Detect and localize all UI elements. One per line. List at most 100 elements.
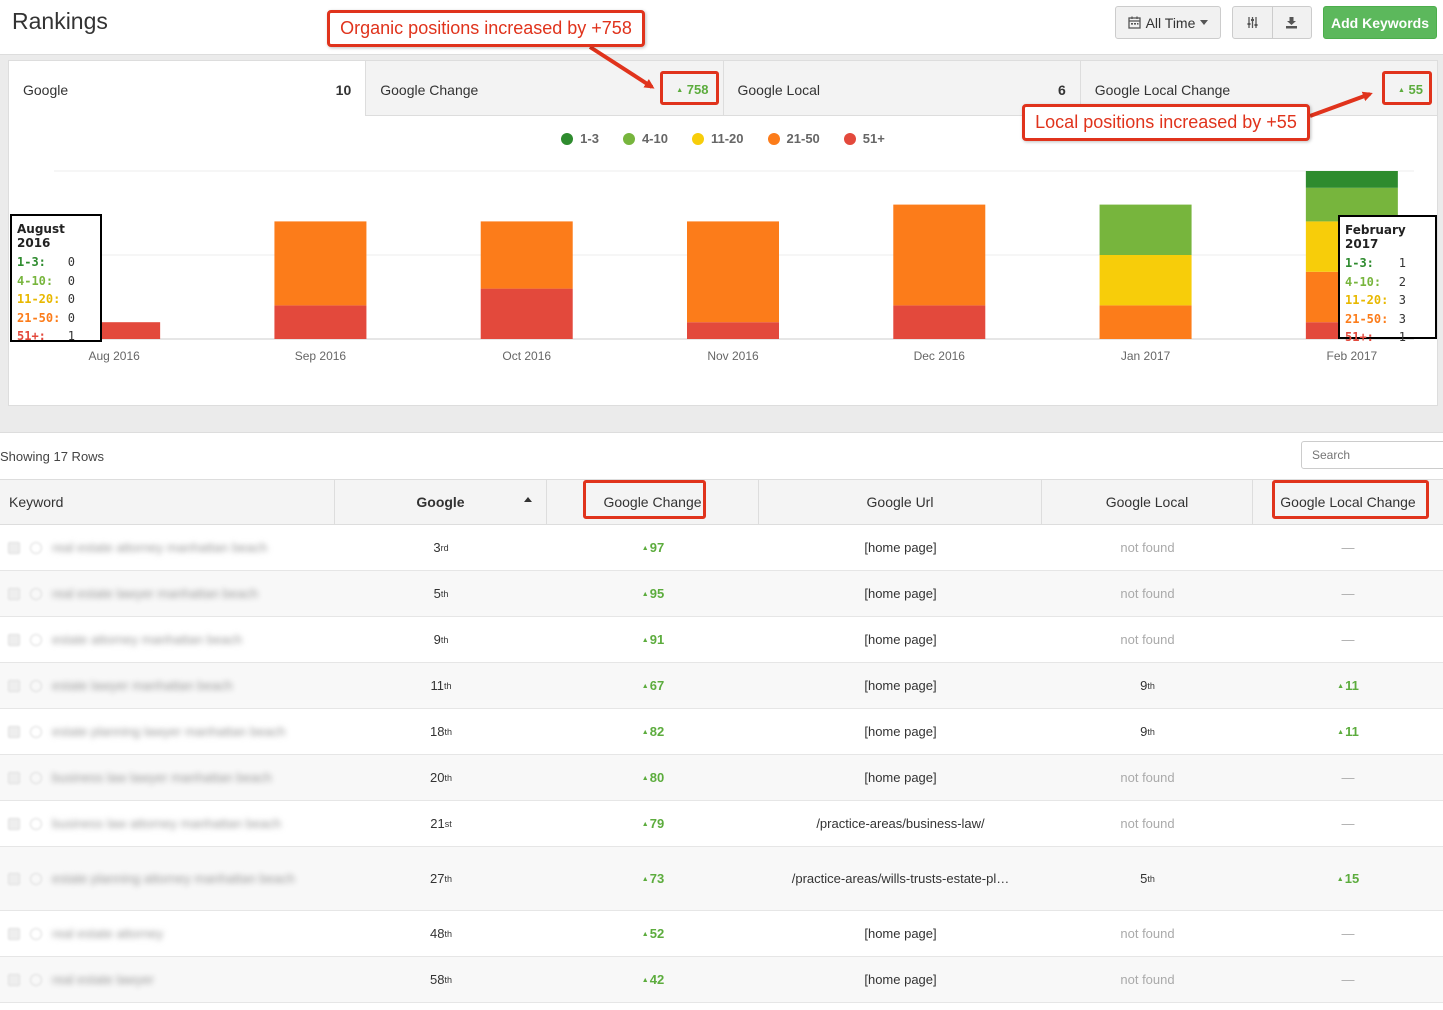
google-rank-number: 3 [433, 540, 441, 555]
keyword-text[interactable]: estate planning lawyer manhattan beach [52, 724, 285, 739]
google-url-link[interactable]: [home page] [864, 926, 936, 941]
legend-dot [561, 132, 574, 145]
google-url-link[interactable]: [home page] [864, 632, 936, 647]
star-icon[interactable] [30, 725, 42, 738]
keyword-text[interactable]: estate planning attorney manhattan beach [52, 871, 295, 886]
table-row[interactable]: real estate lawyer 58th 42 [home page] not f… [0, 957, 1443, 1003]
calendar-icon [1127, 16, 1141, 29]
google-url-link[interactable]: /practice-areas/business-law/ [816, 816, 984, 831]
table-row[interactable]: estate lawyer manhattan beach11th67[home… [0, 663, 1443, 709]
google-url-link[interactable]: /practice-areas/wills-trusts-estate-pl… [792, 871, 1009, 886]
legend-item-1-3[interactable]: 1-3 [561, 131, 599, 146]
google-change-value: 91 [642, 632, 664, 647]
column-header-google-local[interactable]: Google Local [1042, 480, 1253, 524]
google-url-link[interactable]: [home page] [864, 586, 936, 601]
bar-segment-21-50[interactable] [687, 221, 779, 323]
keyword-text[interactable]: business law lawyer manhattan beach [52, 770, 272, 785]
column-header-google[interactable]: Google [335, 480, 547, 524]
search-input[interactable] [1301, 441, 1443, 469]
bar-segment-1-3[interactable] [1305, 171, 1398, 188]
add-keywords-button[interactable]: Add Keywords [1323, 6, 1437, 39]
bar-segment-21-50[interactable] [893, 204, 986, 306]
legend-item-21-50[interactable]: 21-50 [767, 131, 820, 146]
star-icon[interactable] [30, 817, 42, 830]
bar-segment-21-50[interactable] [480, 221, 573, 289]
legend-item-4-10[interactable]: 4-10 [622, 131, 668, 146]
google-local-change-cell: — [1253, 801, 1443, 846]
time-range-dropdown[interactable]: All Time [1115, 6, 1221, 39]
google-url-cell: [home page] [759, 617, 1042, 662]
bar-segment-51-plus[interactable] [687, 322, 779, 339]
table-row[interactable]: real estate attorney manhattan beach 3rd 9… [0, 525, 1443, 571]
star-icon[interactable] [30, 872, 42, 885]
google-local-cell: not found [1042, 525, 1253, 570]
keyword-text[interactable]: real estate lawyer [52, 972, 154, 987]
keyword-text[interactable]: real estate attorney manhattan beach [52, 540, 267, 555]
keyword-text[interactable]: real estate attorney [52, 926, 163, 941]
bar-segment-51-plus[interactable] [274, 305, 367, 339]
table-row[interactable]: estate planning lawyer manhattan beach 18… [0, 709, 1443, 755]
local-positions-callout: Local positions increased by +55 [1022, 104, 1310, 141]
google-local-number: not found [1120, 540, 1175, 555]
bar-segment-51-plus[interactable] [893, 305, 986, 339]
google-rank-suffix: th [444, 772, 452, 783]
tooltip-row: 11-20: 0 [17, 290, 95, 309]
star-icon[interactable] [30, 633, 42, 646]
table-row[interactable]: estate attorney manhattan beach 9th 91 [hom… [0, 617, 1443, 663]
legend-dot [843, 132, 856, 145]
star-icon[interactable] [30, 587, 42, 600]
google-change-value: 42 [642, 972, 664, 987]
table-row[interactable]: estate planning attorney manhattan beach… [0, 847, 1443, 911]
keyword-text[interactable]: estate lawyer manhattan beach [52, 678, 233, 693]
column-header-google-url[interactable]: Google Url [759, 480, 1042, 524]
google-rank-number: 5 [433, 586, 441, 601]
bar-segment-4-10[interactable] [1099, 204, 1192, 255]
top-bar: Rankings All Time Add Keywords [0, 0, 1443, 55]
row-checkbox[interactable] [8, 973, 20, 986]
google-url-link[interactable]: [home page] [864, 678, 936, 693]
google-rank-number: 21 [430, 816, 445, 831]
row-checkbox[interactable] [8, 541, 20, 554]
legend-item-51-plus[interactable]: 51+ [843, 131, 885, 146]
google-url-link[interactable]: [home page] [864, 770, 936, 785]
row-checkbox[interactable] [8, 872, 20, 885]
google-local-number: not found [1120, 972, 1175, 987]
keyword-text[interactable]: business law attorney manhattan beach [52, 816, 281, 831]
bar-segment-21-50[interactable] [274, 221, 367, 306]
table-row[interactable]: business law lawyer manhattan beach 20th 8… [0, 755, 1443, 801]
tooltip-august-2016: August 2016 1-3: 0 4-10: 0 11-20: 0 21-50: 0… [10, 214, 102, 343]
row-checkbox[interactable] [8, 587, 20, 600]
table-row[interactable]: real estate attorney 48th 52 [home page] not… [0, 911, 1443, 957]
row-checkbox[interactable] [8, 679, 20, 692]
bar-segment-21-50[interactable] [1099, 305, 1192, 339]
legend-dot [767, 132, 780, 145]
highlight-local-change-column [1272, 480, 1429, 519]
row-checkbox[interactable] [8, 771, 20, 784]
table-row[interactable]: real estate lawyer manhattan beach 5th 95 [… [0, 571, 1443, 617]
settings-button[interactable] [1233, 7, 1272, 38]
google-url-link[interactable]: [home page] [864, 972, 936, 987]
bar-segment-51-plus[interactable] [480, 288, 573, 339]
keyword-text[interactable]: real estate lawyer manhattan beach [52, 586, 258, 601]
star-icon[interactable] [30, 927, 42, 940]
star-icon[interactable] [30, 679, 42, 692]
star-icon[interactable] [30, 771, 42, 784]
row-checkbox[interactable] [8, 927, 20, 940]
keyword-text[interactable]: estate attorney manhattan beach [52, 632, 242, 647]
google-url-cell: /practice-areas/business-law/ [759, 801, 1042, 846]
download-button[interactable] [1271, 7, 1312, 38]
legend-item-11-20[interactable]: 11-20 [691, 131, 744, 146]
star-icon[interactable] [30, 973, 42, 986]
bar-segment-11-20[interactable] [1099, 255, 1192, 306]
star-icon[interactable] [30, 541, 42, 554]
google-local-cell: not found [1042, 617, 1253, 662]
row-checkbox[interactable] [8, 817, 20, 830]
table-row[interactable]: business law attorney manhattan beach 21 s… [0, 801, 1443, 847]
google-url-link[interactable]: [home page] [864, 724, 936, 739]
tooltip-row: 51+: 1 [17, 327, 95, 346]
stat-tab-google[interactable]: Google 10 [9, 61, 366, 116]
google-url-link[interactable]: [home page] [864, 540, 936, 555]
row-checkbox[interactable] [8, 633, 20, 646]
column-header-keyword[interactable]: Keyword [0, 480, 335, 524]
row-checkbox[interactable] [8, 725, 20, 738]
